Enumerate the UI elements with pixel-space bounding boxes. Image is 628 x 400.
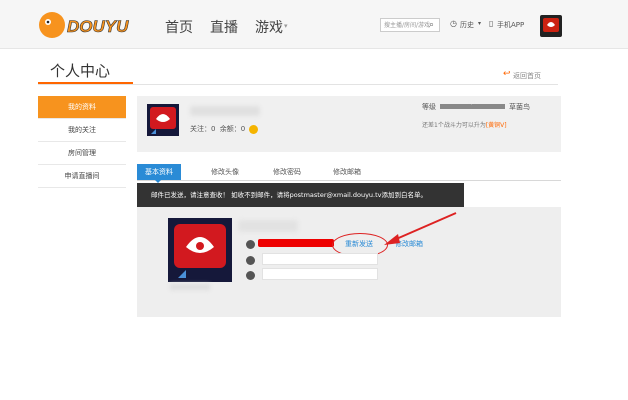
annotation-arrow-icon [384, 212, 457, 245]
page-title: 个人中心 [50, 62, 111, 80]
nav-games[interactable]: 游戏 [255, 17, 283, 37]
sidebar-item-my-profile[interactable]: 我的资料 [38, 96, 126, 119]
email-redacted [258, 239, 334, 247]
user-avatar-icon [543, 18, 559, 32]
title-accent-bar [38, 82, 133, 84]
avatar[interactable] [540, 15, 562, 37]
upgrade-hint: 还差1个战斗力可以升为[黄铜V] [422, 120, 507, 129]
balance-label: 余额： [219, 125, 241, 133]
level-label: 等级 [422, 103, 436, 111]
name-field[interactable] [262, 268, 378, 280]
phone-icon [246, 256, 255, 265]
avatar [168, 218, 232, 282]
chevron-down-icon[interactable]: ▾ [478, 20, 481, 27]
nav-home[interactable]: 首页 [165, 17, 193, 37]
nav-live[interactable]: 直播 [210, 17, 238, 37]
email-sent-notice: 邮件已发送，请注意查收！ 如收不到邮件，请将postmaster@xmail.d… [137, 183, 464, 207]
douyu-logo[interactable]: DOUYU [38, 10, 138, 40]
svg-text:DOUYU: DOUYU [67, 17, 129, 36]
sidebar-item-room-manage[interactable]: 房间管理 [38, 142, 126, 165]
upgrade-text: 还差1个战斗力可以升为 [422, 122, 486, 129]
divider [38, 84, 558, 85]
phone-field[interactable] [262, 253, 378, 265]
follow-count: 0 [211, 125, 216, 133]
email-icon [246, 240, 255, 249]
user-icon [246, 271, 255, 280]
username-blurred [238, 220, 298, 232]
level-name: 草菌鸟 [509, 103, 530, 111]
clock-icon: ◷ [450, 19, 457, 28]
follow-balance-line: 关注：0 余额：0 [190, 124, 259, 134]
back-home-link[interactable]: 返回首页 [513, 71, 541, 81]
username-blurred [190, 106, 260, 116]
follow-label: 关注： [190, 125, 211, 133]
level-progress-value: 0/1 [468, 100, 477, 106]
chevron-down-icon[interactable]: ▾ [284, 22, 288, 30]
search-icon[interactable]: ⌕ [429, 18, 441, 32]
back-arrow-icon[interactable]: ↩ [503, 69, 511, 79]
history-link[interactable]: 历史 [460, 20, 474, 30]
mobile-app-link[interactable]: 手机APP [497, 20, 524, 30]
sidebar-item-apply-room[interactable]: 申请直播间 [38, 165, 126, 188]
tab-change-password[interactable]: 修改密码 [262, 164, 312, 180]
phone-icon: ▯ [489, 19, 494, 28]
coin-icon [249, 124, 259, 134]
tab-change-avatar[interactable]: 修改头像 [200, 164, 250, 180]
tab-basic-info[interactable]: 基本资料 [137, 164, 181, 180]
sidebar-item-my-follows[interactable]: 我的关注 [38, 119, 126, 142]
upgrade-rank[interactable]: [黄铜V] [486, 122, 507, 129]
balance-count: 0 [240, 125, 246, 133]
blurred-text [170, 284, 210, 290]
avatar[interactable] [147, 104, 179, 136]
tab-change-email[interactable]: 修改邮箱 [322, 164, 372, 180]
